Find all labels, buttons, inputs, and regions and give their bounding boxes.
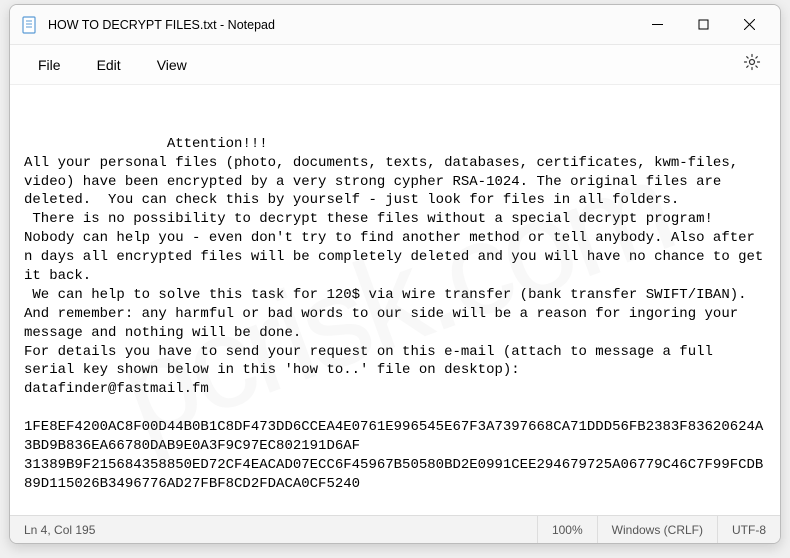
maximize-button[interactable] [680, 9, 726, 41]
menu-edit[interactable]: Edit [79, 51, 139, 79]
titlebar[interactable]: HOW TO DECRYPT FILES.txt - Notepad [10, 5, 780, 45]
statusbar: Ln 4, Col 195 100% Windows (CRLF) UTF-8 [10, 515, 780, 543]
status-line-ending: Windows (CRLF) [598, 516, 718, 543]
text-area[interactable]: pcrisk.com Attention!!! All your persona… [10, 85, 780, 515]
settings-button[interactable] [734, 47, 770, 83]
menubar: File Edit View [10, 45, 780, 85]
window-controls [634, 9, 772, 41]
document-body: Attention!!! All your personal files (ph… [24, 136, 772, 492]
close-button[interactable] [726, 9, 772, 41]
minimize-button[interactable] [634, 9, 680, 41]
notepad-window: HOW TO DECRYPT FILES.txt - Notepad File … [9, 4, 781, 544]
menu-view[interactable]: View [139, 51, 205, 79]
window-title: HOW TO DECRYPT FILES.txt - Notepad [48, 18, 634, 32]
status-zoom[interactable]: 100% [538, 516, 598, 543]
menu-file[interactable]: File [20, 51, 79, 79]
notepad-icon [22, 15, 38, 35]
status-encoding: UTF-8 [718, 516, 780, 543]
status-position: Ln 4, Col 195 [10, 516, 538, 543]
gear-icon [743, 53, 761, 76]
